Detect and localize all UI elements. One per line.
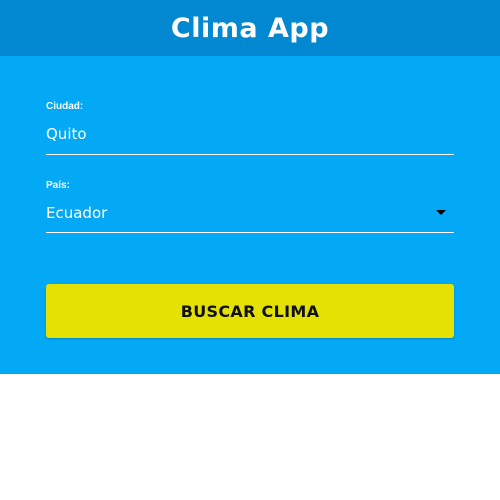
search-weather-button[interactable]: BUSCAR CLIMA bbox=[46, 284, 454, 338]
app-header: Clima App bbox=[0, 0, 500, 56]
country-selected-value[interactable]: Ecuador bbox=[46, 204, 107, 222]
country-label: País: bbox=[46, 180, 70, 191]
search-weather-label: BUSCAR CLIMA bbox=[180, 301, 320, 321]
country-underline bbox=[46, 232, 454, 233]
country-select[interactable]: País: Ecuador bbox=[46, 180, 454, 234]
city-input[interactable]: Quito bbox=[46, 125, 87, 143]
dropdown-arrow-icon[interactable] bbox=[436, 210, 446, 215]
city-underline bbox=[46, 154, 454, 155]
city-label: Ciudad: bbox=[46, 101, 84, 112]
city-field[interactable]: Ciudad: Quito bbox=[46, 101, 454, 155]
weather-form: Ciudad: Quito País: Ecuador BUSCAR CLIMA bbox=[0, 56, 500, 374]
app-title: Clima App bbox=[170, 12, 330, 44]
